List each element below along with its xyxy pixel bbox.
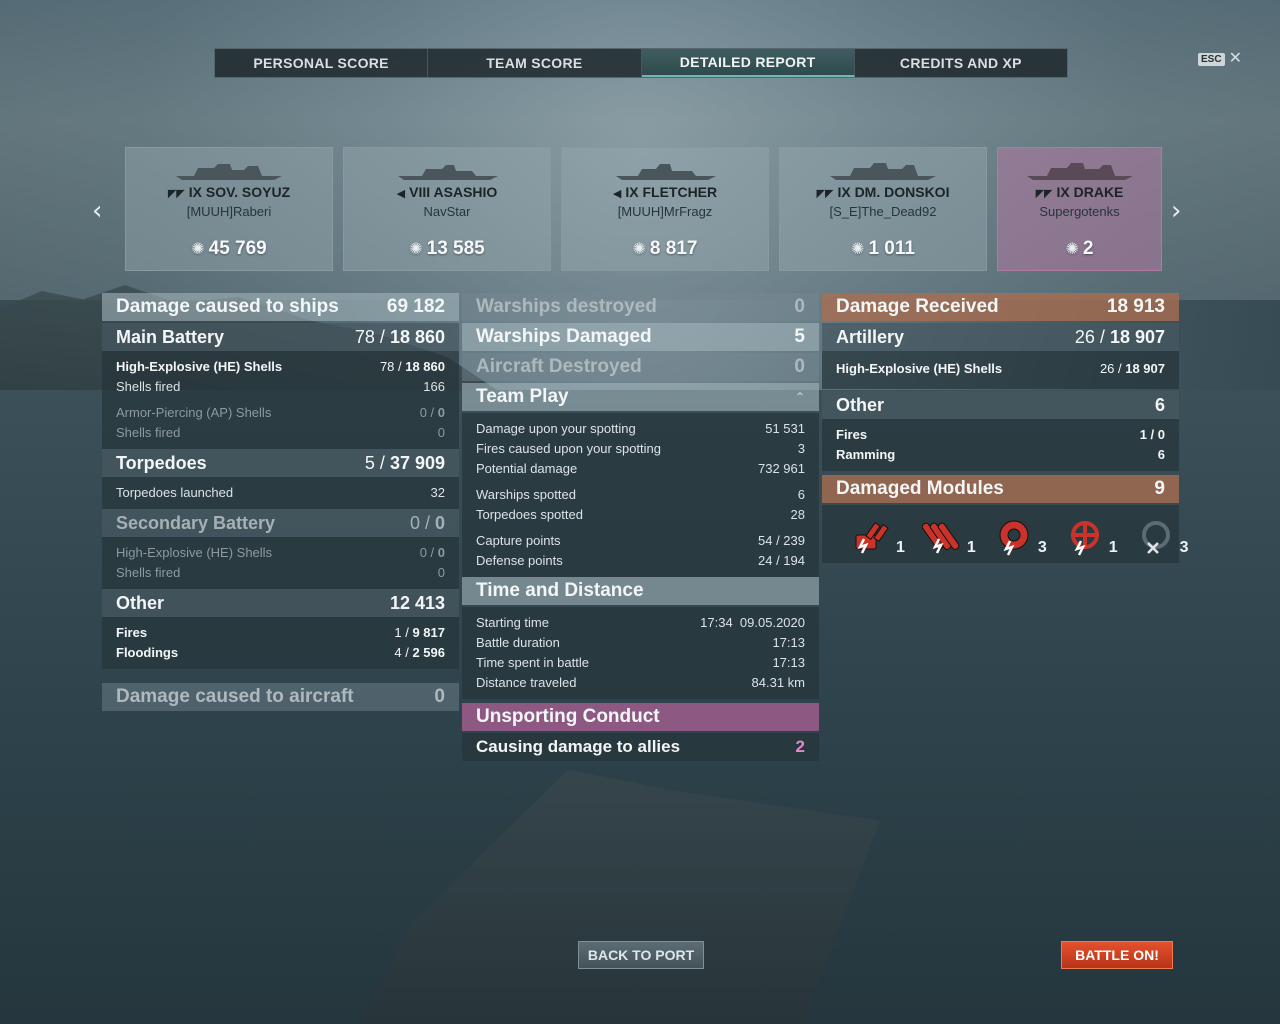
damage-value: 8 817 bbox=[649, 238, 698, 259]
steering-module-icon bbox=[1070, 521, 1099, 556]
ship-silhouette-icon bbox=[176, 164, 282, 180]
damage-ships-header: Damage caused to ships 69 182 bbox=[102, 293, 459, 321]
secondary-battery-details: High-Explosive (HE) Shells 0 / 0 Shells f… bbox=[102, 537, 459, 589]
other-received-header: Other 6 bbox=[822, 391, 1179, 419]
ship-card[interactable]: ◀ IX FLETCHER [MUUH]MrFragz ✺ 8 817 bbox=[561, 147, 769, 271]
battle-on-button[interactable]: BATTLE ON! bbox=[1061, 941, 1173, 969]
cruiser-icon: ◤◤ bbox=[1035, 188, 1053, 200]
damaged-modules-list: 1 1 3 1 3 bbox=[822, 505, 1189, 563]
ship-silhouette-icon bbox=[616, 164, 716, 180]
player-name: [MUUH]Raberi bbox=[186, 204, 272, 219]
damage-value: 1 011 bbox=[868, 238, 915, 259]
team-play-header[interactable]: Team Play ⌃ bbox=[462, 383, 819, 411]
damage-received-column: Damage Received 18 913 Artillery 26 / 18 9… bbox=[822, 293, 1189, 563]
back-to-port-button[interactable]: BACK TO PORT bbox=[578, 941, 704, 969]
tab-credits-and-xp[interactable]: CREDITS AND XP bbox=[855, 49, 1067, 77]
destroyer-icon: ◀ bbox=[396, 188, 406, 200]
module-item: 1 bbox=[921, 517, 976, 557]
artillery-details: High-Explosive (HE) Shells 26 / 18 907 bbox=[822, 351, 1179, 389]
ship-name: IX FLETCHER bbox=[625, 184, 718, 200]
damage-value: 13 585 bbox=[426, 238, 485, 259]
ship-name: IX DRAKE bbox=[1056, 184, 1124, 200]
time-distance-header: Time and Distance bbox=[462, 577, 819, 605]
tab-detailed-report[interactable]: DETAILED REPORT bbox=[641, 49, 855, 77]
artillery-header: Artillery 26 / 18 907 bbox=[822, 323, 1179, 351]
esc-key-label: ESC bbox=[1198, 52, 1225, 66]
player-name: [S_E]The_Dead92 bbox=[829, 204, 937, 219]
chevron-up-icon: ⌃ bbox=[794, 390, 805, 404]
other-damage-details: Fires 1 / 9 817 Floodings 4 / 2 596 bbox=[102, 617, 459, 669]
damage-icon: ✺ bbox=[632, 241, 646, 258]
ship-silhouette-icon bbox=[398, 165, 498, 180]
ship-card-own[interactable]: ◤◤ IX DRAKE Supergotenks ✺ 2 bbox=[997, 147, 1162, 271]
main-battery-header: Main Battery 78 / 18 860 bbox=[102, 323, 459, 351]
damage-value: 45 769 bbox=[208, 238, 267, 259]
damage-dealt-column: Damage caused to ships 69 182 Main Batter… bbox=[102, 293, 459, 713]
damage-icon: ✺ bbox=[409, 241, 423, 258]
cruiser-icon: ◤◤ bbox=[816, 188, 834, 200]
player-name: Supergotenks bbox=[1039, 204, 1120, 219]
ship-name: IX SOV. SOYUZ bbox=[188, 184, 291, 200]
close-icon: ✕ bbox=[1228, 50, 1242, 67]
time-distance-details: Starting time 17:34 09.05.2020 Battle dur… bbox=[462, 607, 819, 699]
damaged-modules-header: Damaged Modules 9 bbox=[822, 475, 1179, 503]
damage-to-allies-row: Causing damage to allies 2 bbox=[462, 733, 819, 761]
warships-destroyed-header: Warships destroyed 0 bbox=[462, 293, 819, 321]
tab-personal-score[interactable]: PERSONAL SCORE bbox=[215, 49, 429, 77]
aircraft-destroyed-header: Aircraft Destroyed 0 bbox=[462, 353, 819, 381]
tab-team-score[interactable]: TEAM SCORE bbox=[428, 49, 642, 77]
damage-icon: ✺ bbox=[851, 241, 865, 258]
battleship-icon: ◤◤ bbox=[167, 188, 185, 200]
other-damage-header: Other 12 413 bbox=[102, 589, 459, 617]
ship-card[interactable]: ◤◤ IX DM. DONSKOI [S_E]The_Dead92 ✺ 1 011 bbox=[779, 147, 987, 271]
damage-icon: ✺ bbox=[1065, 241, 1079, 258]
player-name: [MUUH]MrFragz bbox=[617, 204, 713, 219]
unsporting-conduct-header: Unsporting Conduct bbox=[462, 703, 819, 731]
ship-card[interactable]: ◀ VIII ASASHIO NavStar ✺ 13 585 bbox=[343, 147, 551, 271]
player-name: NavStar bbox=[423, 204, 471, 219]
module-item: 3 bbox=[992, 517, 1047, 557]
warships-damaged-header: Warships Damaged 5 bbox=[462, 323, 819, 351]
team-play-column: Warships destroyed 0 Warships Damaged 5 Ai… bbox=[462, 293, 819, 761]
close-button[interactable]: ESC ✕ bbox=[1198, 50, 1242, 67]
results-tabs: PERSONAL SCORE TEAM SCORE DETAILED REPOR… bbox=[214, 48, 1068, 78]
carousel-prev-arrow-icon[interactable]: ‹ bbox=[92, 196, 102, 226]
torpedo-tube-module-icon bbox=[921, 522, 960, 554]
torpedoes-header: Torpedoes 5 / 37 909 bbox=[102, 449, 459, 477]
secondary-battery-header: Secondary Battery 0 / 0 bbox=[102, 509, 459, 537]
module-item: 1 bbox=[850, 517, 905, 557]
main-gun-module-icon bbox=[855, 522, 889, 554]
other-received-details: Fires 1 / 0 Ramming 6 bbox=[822, 419, 1179, 471]
damage-received-header: Damage Received 18 913 bbox=[822, 293, 1179, 321]
module-item: 3 bbox=[1134, 517, 1189, 557]
main-battery-details: High-Explosive (HE) Shells 78 / 18 860 Sh… bbox=[102, 351, 459, 449]
carousel-next-arrow-icon[interactable]: › bbox=[1171, 196, 1181, 226]
destroyer-icon: ◀ bbox=[612, 188, 622, 200]
module-item: 1 bbox=[1063, 517, 1118, 557]
incapacitated-module-icon bbox=[1141, 521, 1170, 554]
engine-module-icon bbox=[999, 520, 1029, 556]
ship-name: VIII ASASHIO bbox=[409, 184, 498, 200]
damage-icon: ✺ bbox=[191, 241, 205, 258]
ship-name: IX DM. DONSKOI bbox=[837, 184, 950, 200]
team-play-details: Damage upon your spotting 51 531 Fires ca… bbox=[462, 413, 819, 577]
ship-card[interactable]: ◤◤ IX SOV. SOYUZ [MUUH]Raberi ✺ 45 769 bbox=[125, 147, 333, 271]
damage-aircraft-header: Damage caused to aircraft 0 bbox=[102, 683, 459, 711]
ship-silhouette-icon bbox=[1026, 163, 1133, 180]
damage-value: 2 bbox=[1082, 238, 1094, 259]
torpedoes-details: Torpedoes launched 32 bbox=[102, 477, 459, 509]
ship-silhouette-icon bbox=[830, 163, 936, 180]
